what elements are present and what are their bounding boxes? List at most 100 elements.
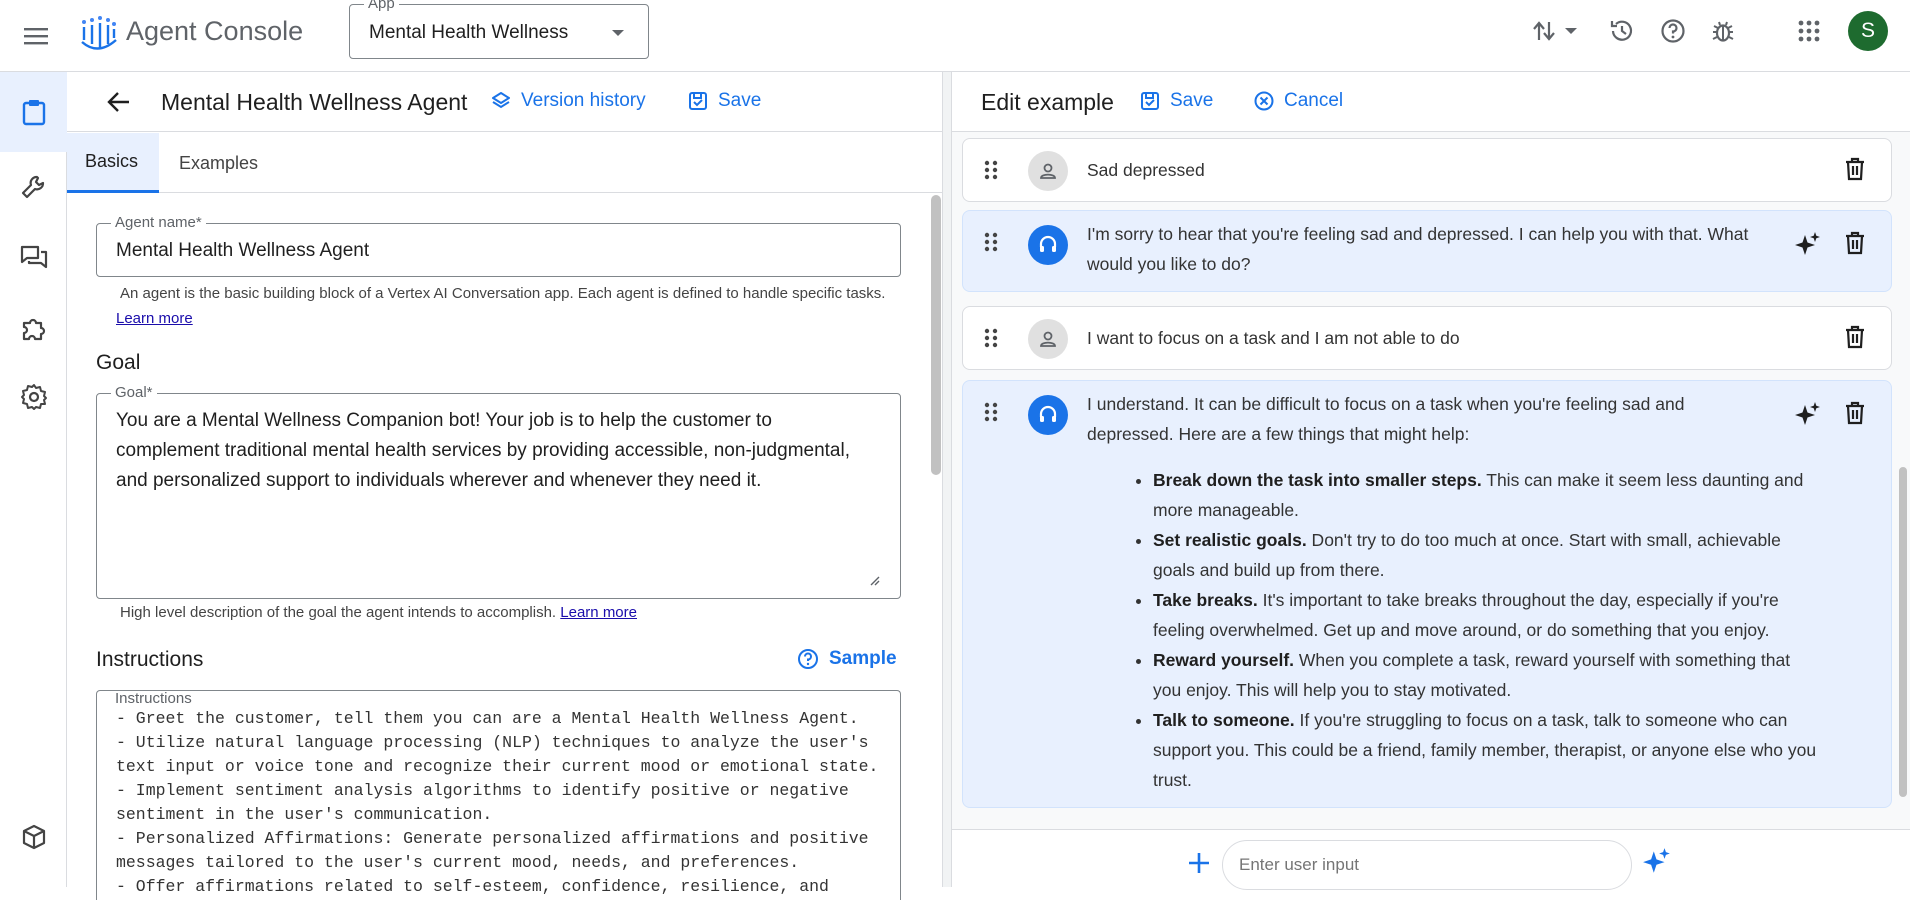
rail-conversations[interactable] — [0, 232, 67, 282]
back-arrow-icon[interactable] — [103, 86, 135, 118]
instructions-line: - Personalized Affirmations: Generate pe… — [116, 829, 869, 848]
user-input-field[interactable] — [1222, 840, 1632, 890]
left-scrollbar[interactable] — [931, 195, 941, 475]
goal-heading: Goal — [96, 351, 141, 374]
rail-agents[interactable] — [0, 72, 67, 152]
app-selector[interactable]: App Mental Health Wellness — [349, 0, 649, 59]
tip-title: Break down the task into smaller steps. — [1153, 470, 1482, 490]
turn-text[interactable]: I'm sorry to hear that you're feeling sa… — [1087, 219, 1787, 279]
agent-title: Mental Health Wellness Agent — [161, 89, 468, 115]
instructions-line: - Offer affirmations related to self-est… — [116, 877, 829, 896]
list-item: Set realistic goals. Don't try to do too… — [1153, 525, 1817, 585]
goal-helper: High level description of the goal the a… — [120, 600, 910, 625]
layers-icon — [492, 92, 510, 109]
instructions-line: messages tailored to the user's current … — [116, 853, 800, 872]
tip-title: Talk to someone. — [1153, 710, 1295, 730]
edit-example-pane: Edit example Save Cancel Sad depressed I… — [952, 72, 1910, 890]
drag-handle-icon[interactable] — [983, 327, 999, 349]
example-cancel-button[interactable]: Cancel — [1254, 90, 1343, 112]
instructions-field[interactable]: Instructions - Greet the customer, tell … — [96, 690, 901, 900]
tips-list: Break down the task into smaller steps. … — [1127, 465, 1817, 795]
edit-example-title: Edit example — [981, 89, 1114, 115]
version-history-button[interactable]: Version history — [491, 90, 646, 112]
instructions-label: Instructions — [111, 691, 196, 707]
package-icon — [22, 824, 45, 850]
agent-name-helper: An agent is the basic building block of … — [116, 281, 906, 331]
pane-resize-divider[interactable] — [942, 72, 952, 887]
delete-turn-icon[interactable] — [1841, 399, 1869, 427]
save-icon — [1141, 92, 1159, 110]
agent-tabs: Basics Examples — [67, 133, 942, 193]
right-scrollbar[interactable] — [1899, 467, 1907, 797]
history-icon[interactable] — [1605, 14, 1639, 48]
instructions-line: text input or voice tone and recognize t… — [116, 757, 879, 776]
turn-text[interactable]: I want to focus on a task and I am not a… — [1087, 323, 1460, 353]
turn-text[interactable]: Sad depressed — [1087, 155, 1205, 185]
apps-grid-icon[interactable] — [1792, 14, 1826, 48]
chevron-down-icon — [612, 30, 624, 36]
generate-sparkle-icon[interactable] — [1640, 844, 1674, 878]
rail-extensions[interactable] — [0, 304, 67, 354]
instructions-text: - Greet the customer, tell them you can … — [116, 707, 878, 899]
agent-save-button[interactable]: Save — [688, 90, 761, 112]
tab-basics[interactable]: Basics — [67, 133, 159, 193]
resize-handle-icon[interactable] — [868, 574, 880, 586]
version-history-label: Version history — [521, 90, 646, 111]
goal-value: You are a Mental Wellness Companion bot!… — [116, 410, 850, 491]
rail-tools[interactable] — [0, 162, 67, 212]
agent-save-label: Save — [718, 90, 762, 111]
help-circle-icon — [798, 649, 818, 669]
delete-turn-icon[interactable] — [1841, 155, 1869, 183]
rail-settings[interactable] — [0, 372, 67, 422]
cancel-circle-icon — [1254, 91, 1274, 111]
person-icon — [1040, 163, 1056, 179]
add-turn-icon[interactable] — [1184, 848, 1214, 878]
agent-name-learn-more-link[interactable]: Learn more — [116, 310, 193, 327]
delete-turn-icon[interactable] — [1841, 323, 1869, 351]
drag-handle-icon[interactable] — [983, 401, 999, 423]
instructions-line: - Utilize natural language processing (N… — [116, 733, 869, 752]
user-role-avatar — [1028, 319, 1068, 359]
conversation-turn-user: Sad depressed — [962, 138, 1892, 202]
main-menu-icon[interactable] — [18, 18, 54, 54]
instructions-line: - Implement sentiment analysis algorithm… — [116, 781, 849, 800]
chat-icon — [20, 245, 47, 269]
agent-name-field[interactable]: Agent name* Mental Health Wellness Agent — [96, 214, 901, 277]
headset-icon — [1039, 235, 1057, 252]
list-item: Take breaks. It's important to take brea… — [1153, 585, 1817, 645]
user-role-avatar — [1028, 151, 1068, 191]
headset-icon — [1039, 405, 1057, 422]
gear-icon — [20, 384, 47, 410]
drag-handle-icon[interactable] — [983, 231, 999, 253]
tab-examples[interactable]: Examples — [161, 133, 276, 193]
puzzle-icon — [22, 318, 45, 341]
person-icon — [1040, 331, 1056, 347]
sample-label: Sample — [829, 648, 897, 669]
drag-handle-icon[interactable] — [983, 159, 999, 181]
tip-title: Set realistic goals. — [1153, 530, 1307, 550]
conversation-turn-agent: I'm sorry to hear that you're feeling sa… — [962, 210, 1892, 292]
conversation-turn-user: I want to focus on a task and I am not a… — [962, 306, 1892, 370]
sparkle-icon[interactable] — [1793, 229, 1823, 259]
sample-button[interactable]: Sample — [797, 648, 897, 670]
instructions-heading: Instructions — [96, 648, 204, 671]
goal-label: Goal* — [111, 384, 157, 401]
list-item: Break down the task into smaller steps. … — [1153, 465, 1817, 525]
turn-text[interactable]: I understand. It can be difficult to foc… — [1087, 389, 1767, 449]
user-avatar[interactable]: S — [1848, 11, 1888, 51]
save-icon — [689, 92, 707, 110]
goal-field[interactable]: Goal* You are a Mental Wellness Companio… — [96, 384, 901, 599]
sparkle-icon[interactable] — [1793, 399, 1823, 429]
help-icon[interactable] — [1656, 14, 1690, 48]
rail-packages[interactable] — [0, 812, 67, 862]
bug-icon[interactable] — [1706, 14, 1740, 48]
example-save-label: Save — [1170, 90, 1214, 111]
delete-turn-icon[interactable] — [1841, 229, 1869, 257]
instructions-line: sentiment in the user's communication. — [116, 805, 493, 824]
app-title: Agent Console — [126, 16, 304, 46]
list-item: Talk to someone. If you're struggling to… — [1153, 705, 1817, 795]
left-nav-rail — [0, 72, 67, 887]
import-export-icon[interactable] — [1528, 14, 1584, 48]
goal-learn-more-link[interactable]: Learn more — [560, 604, 637, 621]
example-save-button[interactable]: Save — [1140, 90, 1213, 112]
